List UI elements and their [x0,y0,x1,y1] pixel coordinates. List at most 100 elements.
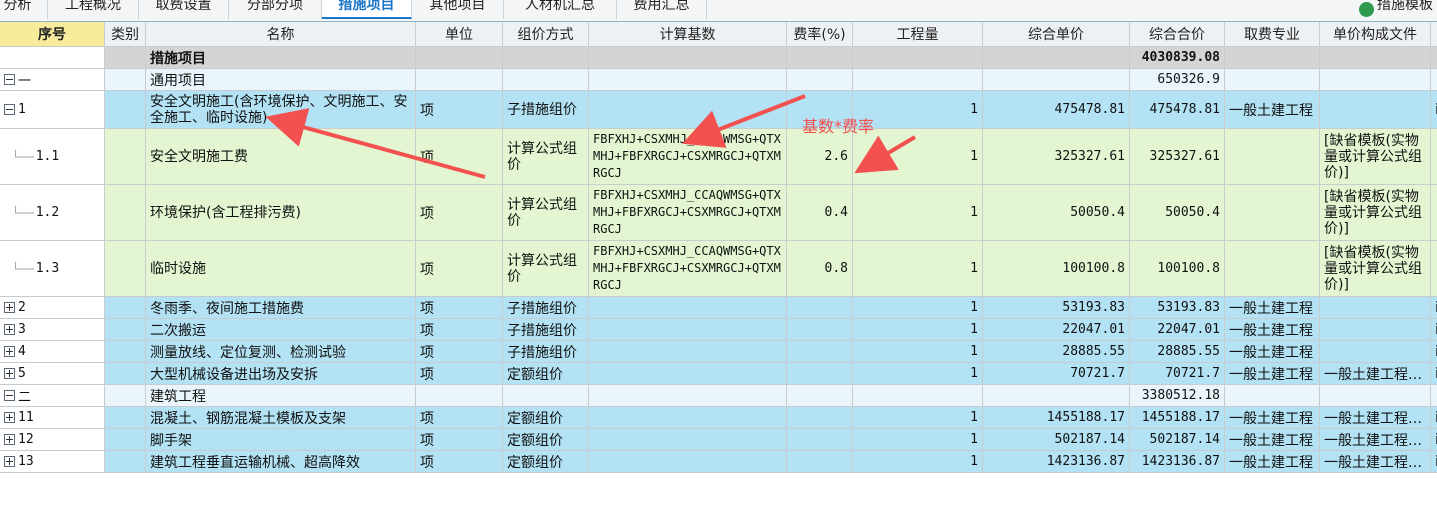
row-name-cell[interactable]: 建筑工程垂直运输机械、超高降效 [146,451,416,473]
row-total-price-cell[interactable]: 1423136.87 [1130,451,1225,473]
expand-icon[interactable] [4,368,15,379]
row-unit-cell[interactable]: 项 [416,451,503,473]
row-price-file-cell[interactable] [1320,69,1431,91]
row-price-file-cell[interactable]: [缺省模板(实物量或计算公式组价)] [1320,241,1431,297]
row-pricing-method-cell[interactable]: 计算公式组价 [503,185,589,241]
table-row[interactable]: 12 脚手架项定额组价 1 502187.14 502187.14 一般土建工程 一般土建工… [0,429,1437,451]
table-row[interactable]: 一 通用项目 650326.9 [0,69,1437,91]
row-quantity-cell[interactable]: 1 [853,241,983,297]
row-fee-specialty-cell[interactable]: 一般土建工程 [1225,319,1320,341]
collapse-icon[interactable] [4,74,15,85]
row-price-file-cell[interactable]: 一般土建工程… [1320,451,1431,473]
row-total-price-cell[interactable]: 50050.4 [1130,185,1225,241]
row-unit-cell[interactable]: 项 [416,429,503,451]
row-rate-cell[interactable]: 2.6 [787,129,853,185]
row-calc-base-cell[interactable] [589,319,787,341]
column-header-calc-base[interactable]: 计算基数 [589,22,787,47]
row-category-cell[interactable] [105,341,146,363]
row-category-cell[interactable] [105,363,146,385]
column-header-rate[interactable]: 费率(%) [787,22,853,47]
collapse-icon[interactable] [4,104,15,115]
row-name-cell[interactable]: 测量放线、定位复测、检测试验 [146,341,416,363]
row-unit-price-cell[interactable]: 502187.14 [983,429,1130,451]
tab-7[interactable]: 费用汇总 [617,0,707,19]
row-name-cell[interactable]: 大型机械设备进出场及安拆 [146,363,416,385]
row-rate-cell[interactable] [787,47,853,69]
row-unit-cell[interactable]: 项 [416,241,503,297]
row-name-cell[interactable]: 措施项目 [146,47,416,69]
row-edge-cell[interactable]: i [1431,429,1437,451]
row-unit-cell[interactable]: 项 [416,91,503,129]
row-calc-base-cell[interactable]: FBFXHJ+CSXMHJ_CCAQWMSG+QTXMHJ+FBFXRGCJ+C… [589,241,787,297]
row-pricing-method-cell[interactable]: 子措施组价 [503,297,589,319]
expand-icon[interactable] [4,346,15,357]
row-unit-price-cell[interactable]: 50050.4 [983,185,1130,241]
row-price-file-cell[interactable]: [缺省模板(实物量或计算公式组价)] [1320,129,1431,185]
row-unit-cell[interactable]: 项 [416,297,503,319]
row-pricing-method-cell[interactable]: 子措施组价 [503,319,589,341]
row-calc-base-cell[interactable] [589,407,787,429]
row-unit-price-cell[interactable]: 1423136.87 [983,451,1130,473]
row-edge-cell[interactable] [1431,385,1437,407]
row-name-cell[interactable]: 混凝土、钢筋混凝土模板及支架 [146,407,416,429]
row-category-cell[interactable] [105,241,146,297]
row-edge-cell[interactable] [1431,241,1437,297]
column-header-fee-specialty[interactable]: 取费专业 [1225,22,1320,47]
row-quantity-cell[interactable] [853,385,983,407]
row-price-file-cell[interactable] [1320,91,1431,129]
expand-icon[interactable] [4,456,15,467]
table-row[interactable]: 二 建筑工程 3380512.18 [0,385,1437,407]
row-calc-base-cell[interactable] [589,429,787,451]
row-calc-base-cell[interactable] [589,363,787,385]
row-total-price-cell[interactable]: 3380512.18 [1130,385,1225,407]
row-quantity-cell[interactable]: 1 [853,451,983,473]
row-category-cell[interactable] [105,385,146,407]
tab-5[interactable]: 其他项目 [412,0,504,19]
row-unit-price-cell[interactable] [983,47,1130,69]
row-pricing-method-cell[interactable]: 定额组价 [503,407,589,429]
row-quantity-cell[interactable] [853,47,983,69]
row-rate-cell[interactable] [787,297,853,319]
row-rate-cell[interactable] [787,407,853,429]
row-rate-cell[interactable] [787,429,853,451]
row-category-cell[interactable] [105,297,146,319]
column-header-unit-price[interactable]: 综合单价 [983,22,1130,47]
row-fee-specialty-cell[interactable] [1225,241,1320,297]
row-fee-specialty-cell[interactable]: 一般土建工程 [1225,297,1320,319]
row-rate-cell[interactable]: 0.8 [787,241,853,297]
tab-4[interactable]: 措施项目 [322,0,412,19]
row-edge-cell[interactable]: i [1431,91,1437,129]
column-header-quantity[interactable]: 工程量 [853,22,983,47]
row-calc-base-cell[interactable] [589,69,787,91]
row-edge-cell[interactable] [1431,69,1437,91]
row-unit-price-cell[interactable]: 100100.8 [983,241,1130,297]
column-header-pricing-method[interactable]: 组价方式 [503,22,589,47]
row-edge-cell[interactable]: i [1431,297,1437,319]
table-row[interactable]: 13 建筑工程垂直运输机械、超高降效项定额组价 1 1423136.87 1423136… [0,451,1437,473]
row-total-price-cell[interactable]: 22047.01 [1130,319,1225,341]
row-pricing-method-cell[interactable]: 计算公式组价 [503,241,589,297]
row-calc-base-cell[interactable] [589,297,787,319]
row-total-price-cell[interactable]: 4030839.08 [1130,47,1225,69]
row-total-price-cell[interactable]: 28885.55 [1130,341,1225,363]
expand-icon[interactable] [4,302,15,313]
row-pricing-method-cell[interactable] [503,69,589,91]
row-quantity-cell[interactable]: 1 [853,319,983,341]
row-total-price-cell[interactable]: 1455188.17 [1130,407,1225,429]
row-fee-specialty-cell[interactable] [1225,69,1320,91]
row-unit-price-cell[interactable] [983,385,1130,407]
row-unit-price-cell[interactable]: 28885.55 [983,341,1130,363]
row-category-cell[interactable] [105,185,146,241]
row-category-cell[interactable] [105,129,146,185]
row-fee-specialty-cell[interactable]: 一般土建工程 [1225,91,1320,129]
row-name-cell[interactable]: 安全文明施工费 [146,129,416,185]
row-quantity-cell[interactable]: 1 [853,129,983,185]
row-fee-specialty-cell[interactable] [1225,385,1320,407]
row-quantity-cell[interactable]: 1 [853,341,983,363]
row-unit-cell[interactable]: 项 [416,185,503,241]
row-calc-base-cell[interactable] [589,341,787,363]
row-unit-price-cell[interactable]: 325327.61 [983,129,1130,185]
row-rate-cell[interactable] [787,363,853,385]
row-quantity-cell[interactable]: 1 [853,363,983,385]
row-total-price-cell[interactable]: 502187.14 [1130,429,1225,451]
